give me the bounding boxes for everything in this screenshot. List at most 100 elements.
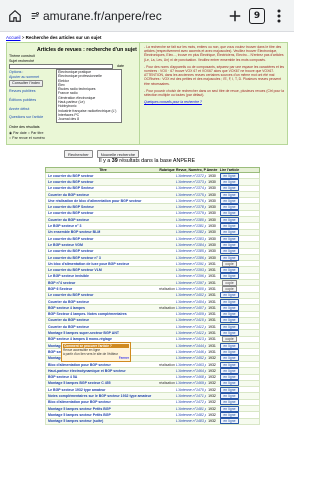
article-title-link[interactable]: Le courrier du BGP secteur VLM: [46, 268, 158, 272]
read-article-button[interactable]: en ligne: [220, 197, 239, 204]
read-article-button[interactable]: en ligne: [220, 304, 239, 311]
article-title-link[interactable]: BGP secteur 4 lampes 8 mono-réglage: [46, 337, 158, 341]
read-article-button[interactable]: copie: [222, 286, 237, 292]
article-title-link[interactable]: Le courrier du BGP secteur: [46, 174, 158, 178]
popup-close[interactable]: Fermer: [63, 356, 129, 360]
article-title-link[interactable]: Montage 5 lampes secteur Petits BGP: [46, 413, 158, 417]
revue-select[interactable]: Électronique pratique Électronique profe…: [56, 69, 122, 123]
article-title-link[interactable]: Montage 5 lampes BGP secteur C 455: [46, 381, 158, 385]
col-title[interactable]: Titre: [46, 168, 158, 172]
read-article-button[interactable]: en ligne: [220, 399, 239, 406]
read-article-button[interactable]: en ligne: [220, 229, 239, 236]
radio-revue[interactable]: ○: [9, 136, 11, 140]
article-title-link[interactable]: BGP Secteur 4 lampes. Notes complémentai…: [46, 312, 158, 316]
article-title-link[interactable]: Courrier du BGP secteur: [46, 318, 158, 322]
article-title-link[interactable]: Le courrier du BGP secteur: [46, 237, 158, 241]
article-title-link[interactable]: Montage 5 lampes super-secteur BGP ANT: [46, 331, 158, 335]
read-article-button[interactable]: en ligne: [220, 380, 239, 387]
read-article-button[interactable]: en ligne: [220, 191, 239, 198]
radio-date[interactable]: ◉: [9, 131, 12, 135]
read-article-button[interactable]: en ligne: [220, 405, 239, 412]
read-article-button[interactable]: copie: [222, 336, 237, 343]
read-article-button[interactable]: en ligne: [220, 361, 239, 368]
article-title-link[interactable]: Courrier du BGP secteur: [46, 325, 158, 329]
read-article-button[interactable]: en ligne: [220, 204, 239, 211]
article-title-link[interactable]: BGP secteur 4 lampes: [46, 306, 158, 310]
read-article-button[interactable]: en ligne: [220, 254, 239, 261]
menu-icon[interactable]: [268, 5, 290, 27]
article-title-link[interactable]: Courrier du BGP secteur: [46, 300, 158, 304]
read-article-button[interactable]: en ligne: [220, 241, 239, 248]
article-title-link[interactable]: Un ensemble BGP secteur BLM: [46, 230, 158, 234]
read-article-button[interactable]: en ligne: [220, 418, 239, 425]
article-title-link[interactable]: Le BGP secteur VGM: [46, 243, 158, 247]
article-title-link[interactable]: BGP secteur 4 5A: [46, 375, 158, 379]
read-article-button[interactable]: en ligne: [220, 210, 239, 217]
article-title-link[interactable]: BGP 6 Secteur: [46, 287, 158, 291]
read-article-button[interactable]: en ligne: [220, 323, 239, 330]
read-article-button[interactable]: en ligne: [220, 273, 239, 280]
read-article-button[interactable]: en ligne: [220, 292, 239, 299]
read-article-button[interactable]: en ligne: [220, 330, 239, 337]
article-title-link[interactable]: Le courrier du BGP secteur n° 3: [46, 256, 158, 260]
article-title-link[interactable]: Le BGP secteur invisible: [46, 274, 158, 278]
read-article-button[interactable]: en ligne: [220, 178, 239, 185]
article-title-link[interactable]: Le BGP secteur 1932 type amateur: [46, 388, 158, 392]
article-title-link[interactable]: Le courrier du BGP secteur: [46, 293, 158, 297]
read-article-button[interactable]: en ligne: [220, 386, 239, 393]
read-article-button[interactable]: en ligne: [220, 393, 239, 400]
article-title-link[interactable]: Le courrier du BGP secteur: [46, 180, 158, 184]
col-revue[interactable]: Revue, Numéro, Page: [176, 168, 206, 172]
home-icon[interactable]: [4, 5, 26, 27]
read-article-button[interactable]: en ligne: [220, 235, 239, 242]
read-article-button[interactable]: en ligne: [220, 342, 239, 349]
read-article-button[interactable]: en ligne: [220, 298, 239, 305]
article-title-link[interactable]: Une réalisation de bloc d'alimentation p…: [46, 199, 158, 203]
article-title-link[interactable]: Le courrier du BGP secteur: [46, 249, 158, 253]
read-article-button[interactable]: en ligne: [220, 172, 239, 179]
read-article-button[interactable]: en ligne: [220, 317, 239, 324]
breadcrumb-home-link[interactable]: Accueil: [6, 35, 21, 40]
read-article-button[interactable]: en ligne: [220, 248, 239, 255]
site-info-icon[interactable]: [30, 10, 40, 22]
search-tips-link[interactable]: Quelques conseils pour la recherche ?: [144, 100, 286, 104]
read-article-button[interactable]: en ligne: [220, 223, 239, 230]
article-title-link[interactable]: Bloc d'alimentation pour BGP secteur: [46, 363, 158, 367]
url-text[interactable]: amurane.fr/anpere/rec: [43, 9, 162, 23]
article-title-link[interactable]: Montage 5 lampes secteur (suite): [46, 419, 158, 423]
article-title-link[interactable]: Bloc d'alimentation pour BGP secteur: [46, 400, 158, 404]
article-title-link[interactable]: Courrier du BGP secteur: [46, 193, 158, 197]
new-tab-icon[interactable]: [224, 5, 246, 27]
consulter-index-button[interactable]: Consulter l'index: [9, 80, 43, 87]
article-title-link[interactable]: Le courrier du BGP Secteur: [46, 205, 158, 209]
read-article-button[interactable]: en ligne: [220, 374, 239, 381]
col-rubric[interactable]: Rubrique: [158, 168, 176, 172]
article-title-link[interactable]: Courrier du BGP secteur: [46, 218, 158, 222]
article-title-link[interactable]: Un bloc d'alimentation de luxe pour BGP …: [46, 262, 158, 266]
read-article-button[interactable]: copie: [222, 260, 237, 267]
article-title-link[interactable]: Le BGP secteur n° 3: [46, 224, 158, 228]
article-year: 1930: [208, 173, 216, 178]
read-article-button[interactable]: copie: [222, 279, 237, 286]
article-title-link[interactable]: Le courrier du BGP secteur: [46, 211, 158, 215]
article-title-link[interactable]: Notes complémentaires sur le BGP secteur…: [46, 394, 158, 398]
read-article-button[interactable]: en ligne: [220, 185, 239, 192]
article-title-link[interactable]: Haut-parleur électrodynamique et BGP sec…: [46, 369, 158, 373]
read-article-button[interactable]: en ligne: [220, 355, 239, 362]
reset-button[interactable]: Nouvelle recherche: [96, 150, 140, 158]
article-title-link[interactable]: BGP n°4 secteur: [46, 281, 158, 285]
read-article-button[interactable]: en ligne: [220, 348, 239, 355]
article-title-link[interactable]: Le courrier du BGP Secteur: [46, 186, 158, 190]
search-button[interactable]: Rechercher: [64, 150, 93, 158]
read-article-button[interactable]: en ligne: [220, 216, 239, 223]
radio-titre[interactable]: ○: [28, 131, 30, 135]
revue-option[interactable]: Journal des 8: [58, 117, 120, 121]
col-year[interactable]: Année: [206, 168, 218, 172]
address-bar[interactable]: amurane.fr/anpere/rec: [26, 6, 224, 26]
read-article-button[interactable]: en ligne: [220, 311, 239, 318]
tab-switcher-button[interactable]: 9: [246, 5, 268, 27]
read-article-button[interactable]: en ligne: [220, 367, 239, 374]
read-article-button[interactable]: en ligne: [220, 267, 239, 274]
read-article-button[interactable]: en ligne: [220, 411, 239, 418]
article-title-link[interactable]: Montage 5 lampes secteur Petits BGP: [46, 407, 158, 411]
